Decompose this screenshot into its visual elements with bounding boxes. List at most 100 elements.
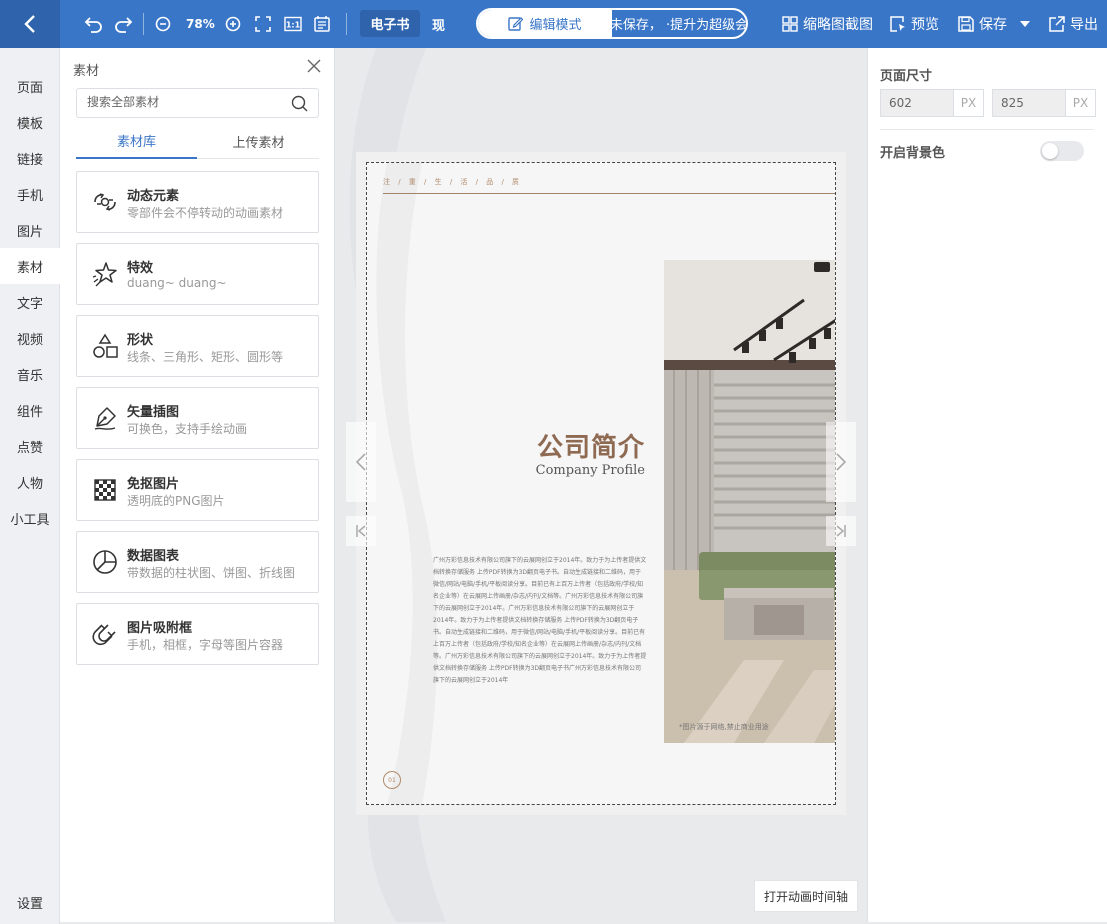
zoom-out-icon: [155, 16, 171, 32]
material-card-frames[interactable]: 图片吸附框 手机，相框，字母等图片容器: [76, 603, 319, 665]
editor-canvas: 注 / 重 / 生 / 活 / 品 / 质 公司简介 Company Profi…: [336, 48, 866, 922]
background-color-toggle[interactable]: [1040, 141, 1084, 161]
sidebar-item-links[interactable]: 链接: [0, 140, 60, 176]
save-label: 保存: [979, 17, 1007, 33]
material-card-shapes[interactable]: 形状 线条、三角形、矩形、圆形等: [76, 315, 319, 377]
card-description: duang~ duang~: [127, 276, 227, 290]
redo-button[interactable]: [113, 0, 133, 48]
skip-first-icon: [356, 525, 366, 537]
fullscreen-button[interactable]: [255, 0, 271, 48]
sidebar-item-images[interactable]: 图片: [0, 212, 60, 248]
gear-animation-icon: [94, 193, 116, 211]
prev-page-button[interactable]: [346, 422, 376, 502]
panel-tabs: 素材库 上传素材: [76, 124, 319, 159]
living-room-photo[interactable]: [664, 260, 835, 743]
unit-label: PX: [1065, 90, 1095, 116]
sidebar-item-tools[interactable]: 小工具: [0, 500, 60, 536]
fullscreen-icon: [255, 16, 271, 32]
toolbar-divider: [346, 13, 347, 35]
sidebar-item-people[interactable]: 人物: [0, 464, 60, 500]
thumbnail-button[interactable]: 缩略图截图: [782, 0, 873, 48]
caret-down-icon: [1020, 21, 1030, 27]
undo-button[interactable]: [84, 0, 104, 48]
material-card-charts[interactable]: 数据图表 带数据的柱状图、饼图、折线图: [76, 531, 319, 593]
zoom-out-button[interactable]: [155, 0, 171, 48]
page-header-text: 注 / 重 / 生 / 活 / 品 / 质: [383, 178, 523, 186]
zoom-in-button[interactable]: [225, 0, 241, 48]
properties-panel: 页面尺寸 602 PX 825 PX 开启背景色: [867, 48, 1107, 922]
sidebar-item-pages[interactable]: 页面: [0, 68, 60, 104]
sidebar-item-settings[interactable]: 设置: [0, 884, 60, 920]
preview-button[interactable]: 预览: [890, 0, 939, 48]
toolbar-divider: [143, 13, 144, 35]
export-button[interactable]: 导出: [1049, 0, 1098, 48]
card-title: 矢量插图: [127, 405, 180, 420]
close-icon: [307, 59, 321, 73]
close-panel-button[interactable]: [306, 58, 322, 74]
save-dropdown-button[interactable]: [1020, 0, 1030, 48]
pen-nib-icon: [94, 407, 116, 430]
redo-icon: [115, 17, 133, 33]
material-card-dynamic[interactable]: 动态元素 零部件会不停转动的动画素材: [76, 171, 319, 233]
page-title-chinese: 公司简介: [536, 433, 645, 463]
card-description: 带数据的柱状图、饼图、折线图: [127, 566, 296, 580]
page-width-field[interactable]: 602 PX: [880, 89, 984, 117]
card-title: 形状: [127, 333, 154, 348]
document-settings-icon: [314, 16, 330, 32]
page-number: 01: [383, 771, 401, 789]
left-sidebar: 页面 模板 链接 手机 图片 素材 文字 视频 音乐 组件 点赞 人物 小工具 …: [0, 48, 60, 924]
open-timeline-button[interactable]: 打开动画时间轴: [754, 880, 858, 912]
material-card-transparent[interactable]: 免抠图片 透明底的PNG图片: [76, 459, 319, 521]
tab-present[interactable]: 现: [432, 0, 445, 48]
panel-title: 素材: [73, 64, 100, 79]
page-settings-button[interactable]: [313, 0, 331, 48]
edit-mode-button[interactable]: 编辑模式: [478, 10, 612, 37]
page-size-label: 页面尺寸: [880, 69, 933, 84]
unit-label: PX: [953, 90, 983, 116]
sidebar-item-materials[interactable]: 素材: [0, 248, 60, 284]
mode-switch[interactable]: 编辑模式 作未保存， ·提升为超级会员: [476, 8, 748, 39]
sidebar-item-templates[interactable]: 模板: [0, 104, 60, 140]
tab-upload-material[interactable]: 上传素材: [198, 124, 319, 159]
last-page-button[interactable]: [826, 516, 856, 546]
actual-size-button[interactable]: 1:1: [284, 0, 302, 48]
material-card-effects[interactable]: 特效 duang~ duang~: [76, 243, 319, 305]
card-description: 线条、三角形、矩形、圆形等: [127, 350, 284, 364]
page-header-rule: [383, 193, 835, 194]
toggle-knob: [1042, 143, 1058, 159]
sidebar-item-components[interactable]: 组件: [0, 392, 60, 428]
page-height-value: 825: [1001, 96, 1024, 110]
sidebar-item-likes[interactable]: 点赞: [0, 428, 60, 464]
zoom-level: 78%: [186, 17, 215, 31]
sidebar-item-video[interactable]: 视频: [0, 320, 60, 356]
skip-last-icon: [836, 525, 846, 537]
divider: [880, 129, 1094, 130]
search-icon[interactable]: [291, 95, 308, 112]
card-description: 可换色，支持手绘动画: [127, 422, 248, 436]
export-label: 导出: [1070, 17, 1098, 33]
shapes-icon: [93, 333, 118, 358]
sidebar-item-text[interactable]: 文字: [0, 284, 60, 320]
tab-ebook[interactable]: 电子书: [360, 10, 420, 37]
material-card-vector[interactable]: 矢量插图 可换色，支持手绘动画: [76, 387, 319, 449]
card-title: 数据图表: [127, 549, 180, 564]
back-button[interactable]: [0, 0, 60, 48]
save-status-text[interactable]: 作未保存， ·提升为超级会员: [612, 10, 746, 37]
svg-text:1:1: 1:1: [286, 21, 301, 30]
next-page-button[interactable]: [826, 422, 856, 502]
undo-icon: [84, 17, 102, 33]
tab-material-library[interactable]: 素材库: [76, 124, 197, 159]
sidebar-item-phone[interactable]: 手机: [0, 176, 60, 212]
search-input[interactable]: [87, 95, 282, 109]
card-description: 零部件会不停转动的动画素材: [127, 206, 284, 220]
page-height-field[interactable]: 825 PX: [992, 89, 1096, 117]
top-toolbar: 78% 1:1 电子书 现 编辑模式 作未保存， ·提升为超级会员 缩略图截图 …: [0, 0, 1107, 48]
book-page[interactable]: 注 / 重 / 生 / 活 / 品 / 质 公司简介 Company Profi…: [366, 162, 836, 805]
first-page-button[interactable]: [346, 516, 376, 546]
save-button[interactable]: 保存: [958, 0, 1007, 48]
edit-mode-label: 编辑模式: [529, 18, 582, 33]
page-body-text: 广州万彩信息技术有限公司旗下的云展网创立于2014年。致力于为上传者提供文档转换…: [433, 557, 647, 684]
sidebar-item-music[interactable]: 音乐: [0, 356, 60, 392]
background-color-label: 开启背景色: [880, 146, 946, 161]
card-description: 透明底的PNG图片: [127, 494, 225, 508]
